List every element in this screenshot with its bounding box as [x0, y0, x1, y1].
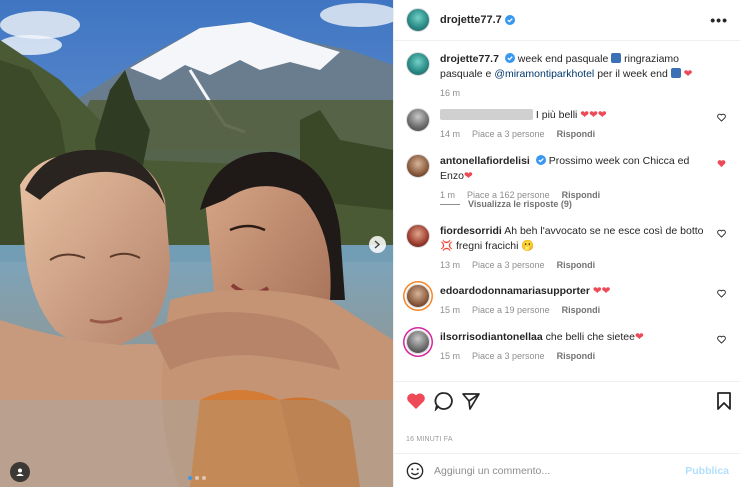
post-side-panel: drojette77.7 ••• drojette77.7 week end p…: [393, 0, 740, 487]
tag-user-button[interactable]: [10, 462, 30, 482]
comment-time: 15 m: [440, 351, 461, 361]
comment-username[interactable]: fiordesorridi: [440, 225, 502, 237]
caption: drojette77.7 week end pasquale ringrazia…: [406, 52, 736, 101]
post-header: drojette77.7 •••: [394, 0, 740, 41]
reply-button[interactable]: Rispondi: [557, 258, 596, 273]
comment-item: I più belli ❤❤❤ 14 m Piace a 3 persone R…: [406, 108, 736, 142]
verified-icon: [504, 53, 515, 63]
publish-button[interactable]: Pubblica: [685, 465, 729, 477]
caption-text-3: per il week end: [597, 68, 668, 80]
share-icon[interactable]: [461, 391, 481, 411]
comment-item: ilsorrisodiantonellaa che belli che siet…: [406, 330, 736, 364]
caption-time: 16 m: [440, 88, 461, 98]
heart-icon[interactable]: [717, 113, 726, 122]
comment-time: 14 m: [440, 129, 461, 139]
comment-text: che belli che sietee: [545, 331, 635, 343]
more-options-icon[interactable]: •••: [710, 12, 728, 28]
heart-icon[interactable]: [717, 335, 726, 344]
comment-emoji: ❤❤: [592, 285, 611, 297]
post-time-ago: 16 MINUTI FA: [406, 436, 453, 443]
heart-icon[interactable]: [717, 289, 726, 298]
photo-scene: [0, 0, 393, 487]
comment-emoji: ❤: [463, 170, 473, 182]
reply-button[interactable]: Rispondi: [557, 127, 596, 142]
view-replies-label: Visualizza le risposte (9): [468, 199, 572, 209]
caption-avatar[interactable]: [406, 52, 430, 76]
carousel-dots: [188, 476, 206, 480]
comment-emoji: ❤: [634, 331, 644, 343]
reply-button[interactable]: Rispondi: [562, 303, 601, 318]
caption-mention[interactable]: @miramontiparkhotel: [494, 68, 594, 80]
post-photo[interactable]: [0, 0, 393, 487]
heart-icon-liked[interactable]: [717, 159, 726, 168]
next-arrow-icon: [374, 240, 381, 249]
comment-likes[interactable]: Piace a 3 persone: [472, 258, 545, 273]
divider-line: [440, 203, 460, 205]
comment-time: 15 m: [440, 305, 461, 315]
comment-likes[interactable]: Piace a 19 persone: [472, 303, 550, 318]
comment-item: antonellafiordelisi Prossimo week con Ch…: [406, 154, 736, 203]
arrow-down-emoji: [670, 68, 681, 78]
comment-username[interactable]: ilsorrisodiantonellaa: [440, 331, 543, 343]
comments-list[interactable]: drojette77.7 week end pasquale ringrazia…: [394, 42, 740, 380]
comment-avatar[interactable]: [406, 224, 430, 248]
arrow-down-emoji: [611, 53, 622, 63]
author-username[interactable]: drojette77.7: [440, 14, 502, 26]
comment-item: edoardodonnamariasupporter ❤❤ 15 m Piace…: [406, 284, 736, 318]
comment-time: 13 m: [440, 260, 461, 270]
comment-likes[interactable]: Piace a 3 persone: [472, 127, 545, 142]
comment-composer: Aggiungi un commento... Pubblica: [394, 453, 740, 487]
view-replies-button[interactable]: Visualizza le risposte (9): [440, 199, 572, 209]
comment-avatar[interactable]: [406, 330, 430, 354]
like-heart-icon[interactable]: [406, 391, 426, 411]
comment-input[interactable]: Aggiungi un commento...: [434, 465, 685, 477]
reply-button[interactable]: Rispondi: [557, 349, 596, 364]
post-actions-bar: [394, 381, 740, 426]
heart-emoji: ❤: [683, 68, 693, 80]
carousel-dot: [195, 476, 199, 480]
author-avatar[interactable]: [406, 8, 430, 32]
carousel-dot: [188, 476, 192, 480]
comment-item: fiordesorridi Ah beh l'avvocato se ne es…: [406, 224, 736, 273]
next-photo-button[interactable]: [369, 236, 386, 253]
caption-text-1: week end pasquale: [517, 53, 609, 65]
comment-username[interactable]: antonellafiordelisi: [440, 155, 530, 167]
comment-emoji: ❤❤❤: [580, 109, 607, 121]
heart-icon[interactable]: [717, 229, 726, 238]
verified-icon: [535, 155, 546, 165]
carousel-dot: [202, 476, 206, 480]
redacted-username: [440, 109, 533, 120]
comment-icon[interactable]: [434, 391, 454, 411]
comment-avatar[interactable]: [406, 154, 430, 178]
comment-likes[interactable]: Piace a 3 persone: [472, 349, 545, 364]
tag-user-icon: [16, 468, 24, 476]
comment-avatar[interactable]: [406, 108, 430, 132]
comment-text: I più belli: [535, 109, 578, 121]
comment-avatar[interactable]: [406, 284, 430, 308]
emoji-icon[interactable]: [406, 462, 424, 480]
comment-username[interactable]: edoardodonnamariasupporter: [440, 285, 590, 297]
caption-username[interactable]: drojette77.7: [440, 53, 499, 65]
instagram-post: drojette77.7 ••• drojette77.7 week end p…: [0, 0, 740, 487]
bookmark-icon[interactable]: [714, 391, 734, 411]
verified-icon: [504, 15, 515, 25]
